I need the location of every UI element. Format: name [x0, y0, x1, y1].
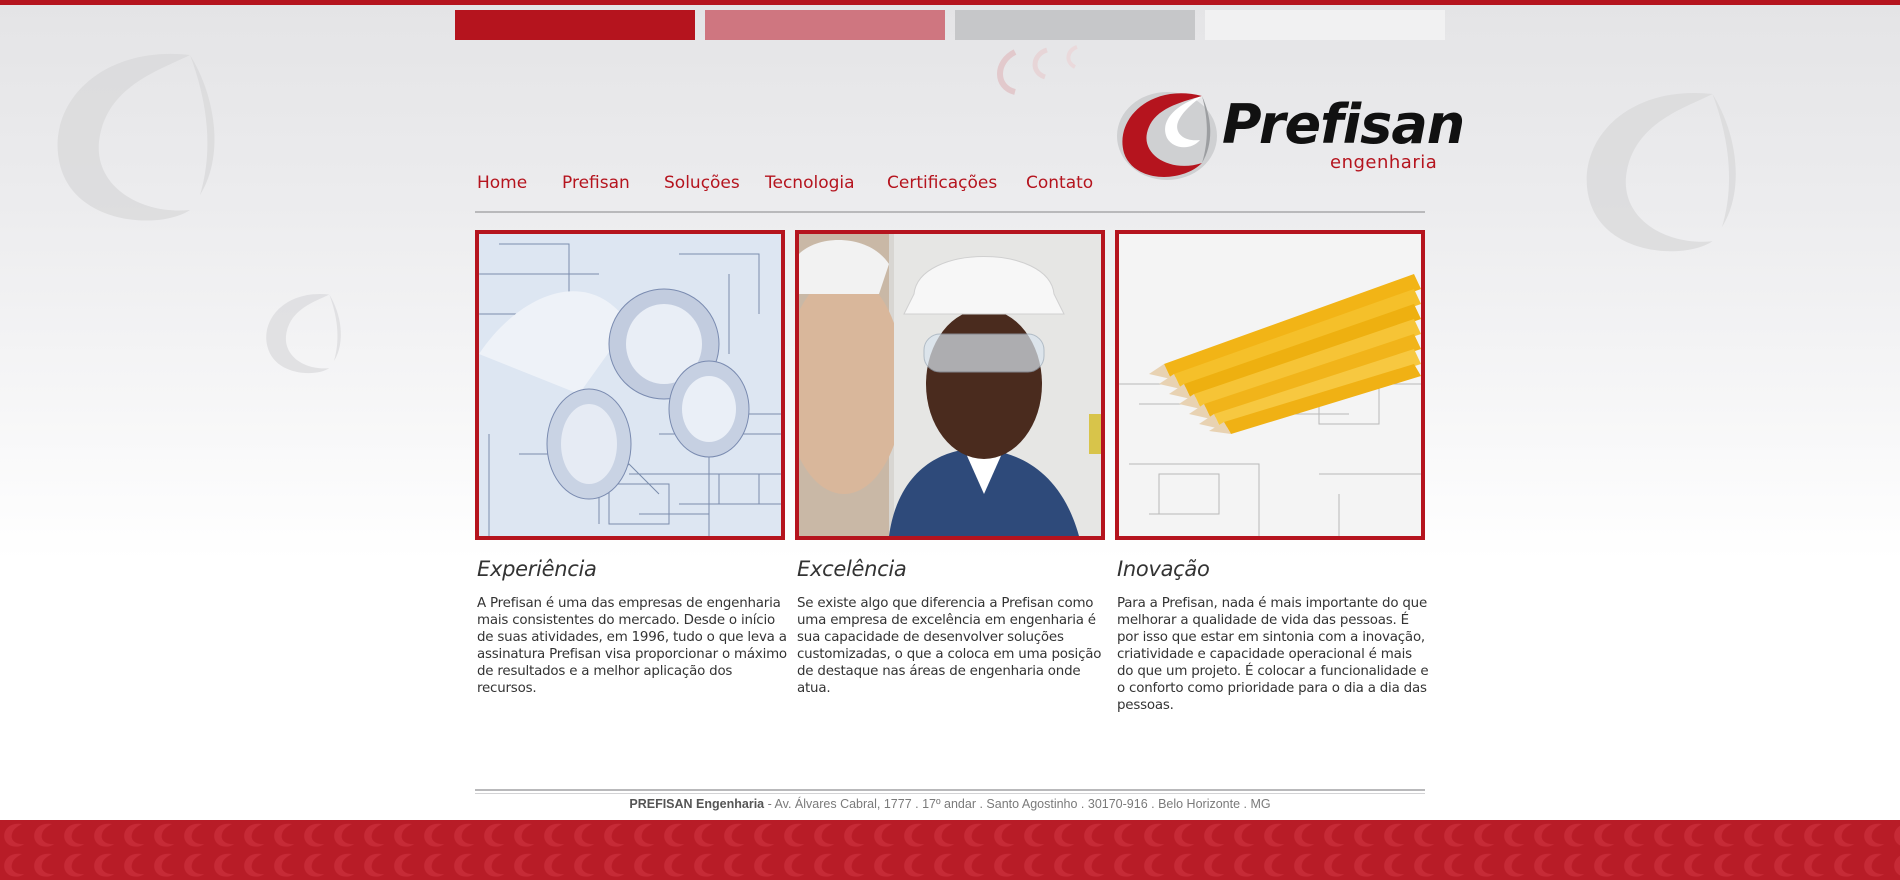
logo-subtitle: engenharia	[1330, 152, 1438, 173]
top-accent-line	[0, 0, 1900, 5]
footer-band	[0, 820, 1900, 880]
feature-text: Se existe algo que diferencia a Prefisan…	[797, 596, 1102, 696]
background-swirl-left-icon	[40, 35, 240, 235]
background-swirl-small-icon	[258, 280, 353, 385]
logo-name: Prefisan	[1222, 93, 1465, 156]
color-tab-grey	[955, 10, 1195, 40]
nav-prefisan[interactable]: Prefisan	[562, 173, 630, 193]
feature-inovacao: Inovação Para a Prefisan, nada é mais im…	[1117, 557, 1429, 714]
pencils-on-drawing-photo	[1115, 230, 1425, 540]
nav-solucoes[interactable]: Soluções	[664, 173, 740, 193]
footer-address: PREFISAN Engenharia - Av. Álvares Cabral…	[475, 797, 1425, 811]
color-tab-pink	[705, 10, 945, 40]
background-swirl-right-icon	[1570, 60, 1760, 280]
footer-company: PREFISAN Engenharia	[629, 797, 765, 811]
nav-certificacoes[interactable]: Certificações	[887, 173, 997, 193]
prefisan-logo[interactable]: Prefisan engenharia	[1112, 78, 1465, 183]
footer-divider-thin	[475, 793, 1425, 794]
engineer-hardhat-photo	[795, 230, 1105, 540]
feature-excelencia: Excelência Se existe algo que diferencia…	[797, 557, 1109, 697]
footer-divider	[475, 789, 1425, 791]
feature-experiencia: Experiência A Prefisan é uma das empresa…	[477, 557, 789, 697]
feature-title: Excelência	[797, 557, 907, 581]
nav-tecnologia[interactable]: Tecnologia	[765, 173, 855, 193]
feature-text: Para a Prefisan, nada é mais importante …	[1117, 596, 1429, 713]
footer-pattern-icon	[0, 820, 1900, 880]
color-tab-light	[1205, 10, 1445, 40]
color-tab-red	[455, 10, 695, 40]
nav-home[interactable]: Home	[477, 173, 527, 193]
footer-address-text: - Av. Álvares Cabral, 1777 . 17º andar .…	[764, 797, 1271, 811]
nav-divider	[475, 211, 1425, 213]
blueprint-rolls-photo	[475, 230, 785, 540]
feature-title: Experiência	[477, 557, 597, 581]
feature-text: A Prefisan é uma das empresas de engenha…	[477, 596, 787, 696]
prefisan-swirl-logo-icon	[1117, 92, 1217, 180]
feature-title: Inovação	[1117, 557, 1210, 581]
background-faint-logo-icon	[985, 42, 1095, 102]
nav-contato[interactable]: Contato	[1026, 173, 1093, 193]
